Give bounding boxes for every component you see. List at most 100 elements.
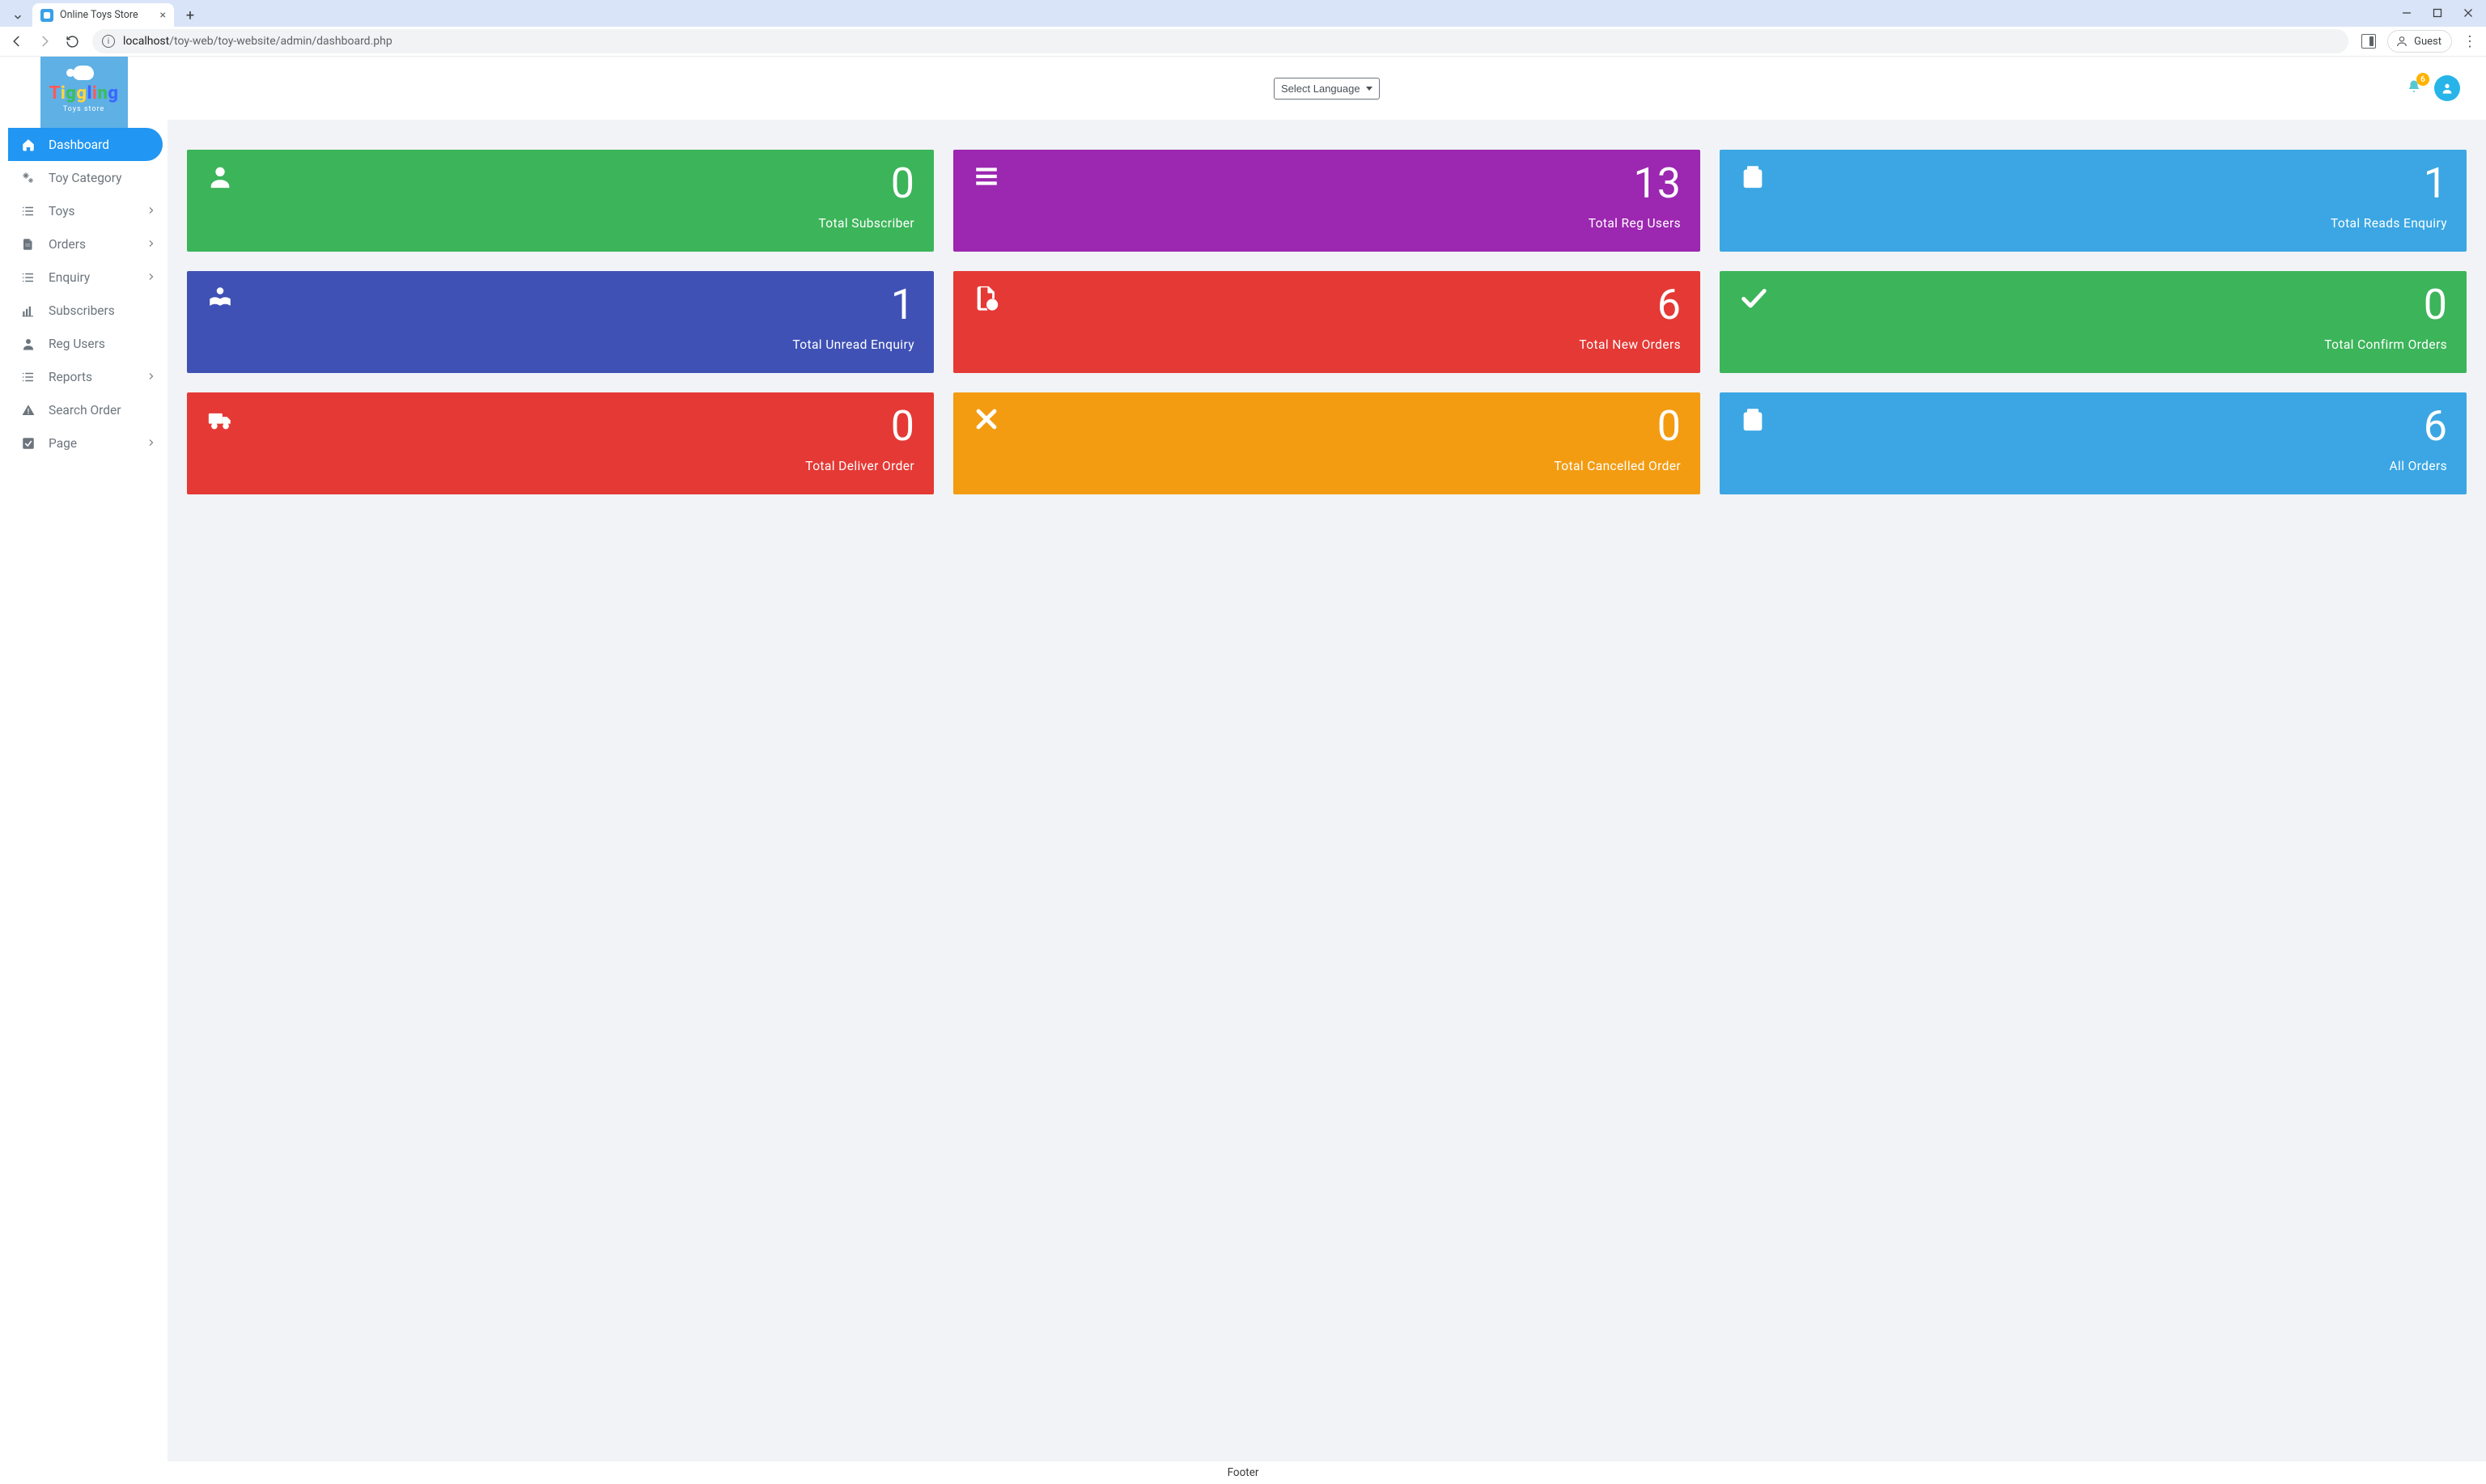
sidebar-item-label: Dashboard — [49, 138, 109, 152]
list-icon — [21, 370, 36, 384]
window-maximize-button[interactable] — [2423, 2, 2452, 24]
sidebar-item-orders[interactable]: Orders — [0, 227, 168, 261]
sidebar-item-toys[interactable]: Toys — [0, 194, 168, 227]
url-host: localhost — [123, 35, 169, 48]
footer-text: Footer — [1228, 1466, 1259, 1479]
sidebar-item-label: Toy Category — [49, 171, 121, 185]
card-value: 6 — [1739, 405, 2447, 447]
profile-label: Guest — [2414, 36, 2441, 48]
chevron-right-icon — [146, 436, 156, 451]
card-value: 13 — [973, 163, 1681, 205]
truck-icon — [206, 405, 234, 433]
browser-menu-button[interactable]: ⋮ — [2458, 30, 2481, 53]
dashboard-card-total-unread-enquiry[interactable]: 1 Total Unread Enquiry — [187, 271, 934, 373]
new-tab-button[interactable]: + — [179, 4, 202, 27]
home-icon — [21, 138, 36, 152]
app-header: Tiggling Toys store Select Language 6 — [0, 57, 2486, 120]
profile-chip[interactable]: Guest — [2387, 30, 2452, 53]
user-avatar-icon — [2441, 82, 2454, 95]
dashboard-card-total-new-orders[interactable]: 6Total New Orders — [953, 271, 1700, 373]
window-minimize-button[interactable] — [2392, 2, 2421, 24]
nav-forward-button[interactable] — [32, 29, 57, 53]
card-label: Total Deliver Order — [206, 459, 914, 473]
menu-icon — [973, 163, 1000, 190]
chevron-right-icon — [146, 237, 156, 252]
file-icon — [21, 237, 36, 252]
app-footer: Footer — [0, 1461, 2486, 1484]
site-info-icon[interactable]: i — [102, 35, 115, 48]
card-icon-slot — [1739, 405, 1767, 436]
gears-icon — [21, 171, 36, 185]
language-select[interactable]: Select Language — [1274, 78, 1380, 100]
site-logo[interactable]: Tiggling Toys store — [40, 57, 128, 132]
chevron-right-icon — [146, 270, 156, 285]
card-value: 1 — [1739, 163, 2447, 205]
sidebar-item-toy-category[interactable]: Toy Category — [0, 161, 168, 194]
main-content: 0Total Subscriber13Total Reg Users1Total… — [168, 120, 2486, 1461]
sidebar-item-label: Page — [49, 436, 77, 451]
dashboard-cards-grid: 0Total Subscriber13Total Reg Users1Total… — [187, 150, 2467, 494]
logo-subtext: Toys store — [63, 105, 105, 113]
card-label: Total New Orders — [973, 337, 1681, 352]
window-close-button[interactable] — [2454, 2, 2483, 24]
profile-avatar-icon — [2395, 34, 2409, 49]
card-label: Total Unread Enquiry — [206, 337, 914, 352]
dashboard-card-total-reads-enquiry[interactable]: 1Total Reads Enquiry — [1720, 150, 2467, 252]
card-icon-slot — [206, 284, 234, 315]
sidebar-item-dashboard[interactable]: Dashboard — [8, 128, 163, 161]
card-label: Total Confirm Orders — [1739, 337, 2447, 352]
card-icon-slot — [1739, 163, 1767, 193]
warning-icon — [21, 403, 36, 418]
dashboard-card-total-subscriber[interactable]: 0 Total Subscriber — [187, 150, 934, 252]
card-label: Total Reg Users — [973, 216, 1681, 231]
user-menu-button[interactable] — [2434, 75, 2460, 101]
omnibox[interactable]: i localhost/toy-web/toy-website/admin/da… — [92, 29, 2348, 53]
card-icon-slot — [973, 284, 1000, 315]
tabs-dropdown-button[interactable] — [8, 7, 28, 27]
card-icon-slot — [1739, 284, 1767, 315]
sidebar-item-reg-users[interactable]: Reg Users — [0, 327, 168, 360]
clipboard-question-icon — [1739, 163, 1767, 190]
dashboard-card-total-cancelled-order[interactable]: 0Total Cancelled Order — [953, 392, 1700, 494]
url-path: /toy-web/toy-website/admin/dashboard.php — [169, 35, 392, 48]
sidebar-item-page[interactable]: Page — [0, 426, 168, 460]
sidebar-item-label: Search Order — [49, 403, 121, 418]
tab-title: Online Toys Store — [60, 9, 138, 21]
card-label: Total Subscriber — [206, 216, 914, 231]
sidebar-nav: Dashboard Toy Category Toys OrdersEnquiry Su… — [0, 120, 168, 1461]
bar-chart-icon — [21, 303, 36, 318]
sidebar-item-label: Subscribers — [49, 303, 115, 318]
dashboard-card-total-deliver-order[interactable]: 0Total Deliver Order — [187, 392, 934, 494]
card-value: 0 — [1739, 284, 2447, 326]
dashboard-card-total-reg-users[interactable]: 13 Total Reg Users — [953, 150, 1700, 252]
nav-back-button[interactable] — [5, 29, 29, 53]
url-text: localhost/toy-web/toy-website/admin/dash… — [123, 35, 392, 48]
browser-tab[interactable]: Online Toys Store × — [32, 3, 174, 27]
card-icon-slot — [973, 405, 1000, 436]
dashboard-card-all-orders[interactable]: 6All Orders — [1720, 392, 2467, 494]
sidebar-item-reports[interactable]: Reports — [0, 360, 168, 393]
window-controls — [2392, 2, 2483, 24]
tab-close-button[interactable]: × — [160, 9, 166, 22]
browser-address-bar: i localhost/toy-web/toy-website/admin/da… — [0, 27, 2486, 57]
dashboard-card-total-confirm-orders[interactable]: 0 Total Confirm Orders — [1720, 271, 2467, 373]
sidebar-item-subscribers[interactable]: Subscribers — [0, 294, 168, 327]
check-icon — [1739, 284, 1767, 312]
card-value: 0 — [206, 163, 914, 205]
nav-reload-button[interactable] — [60, 29, 84, 53]
browser-tabbar: Online Toys Store × + — [0, 0, 2486, 27]
card-icon-slot — [206, 163, 234, 193]
notifications-button[interactable]: 6 — [2407, 79, 2421, 97]
user-icon — [206, 163, 234, 190]
card-icon-slot — [973, 163, 1000, 193]
card-value: 1 — [206, 284, 914, 326]
sidebar-item-label: Toys — [49, 204, 75, 218]
card-value: 0 — [973, 405, 1681, 447]
sidebar-item-enquiry[interactable]: Enquiry — [0, 261, 168, 294]
sidebar-item-search-order[interactable]: Search Order — [0, 393, 168, 426]
user-icon — [21, 337, 36, 351]
sidebar-item-label: Reg Users — [49, 337, 105, 351]
logo-elephant-icon — [65, 64, 104, 83]
checkbox-icon — [21, 436, 36, 451]
side-panel-button[interactable] — [2361, 34, 2376, 49]
